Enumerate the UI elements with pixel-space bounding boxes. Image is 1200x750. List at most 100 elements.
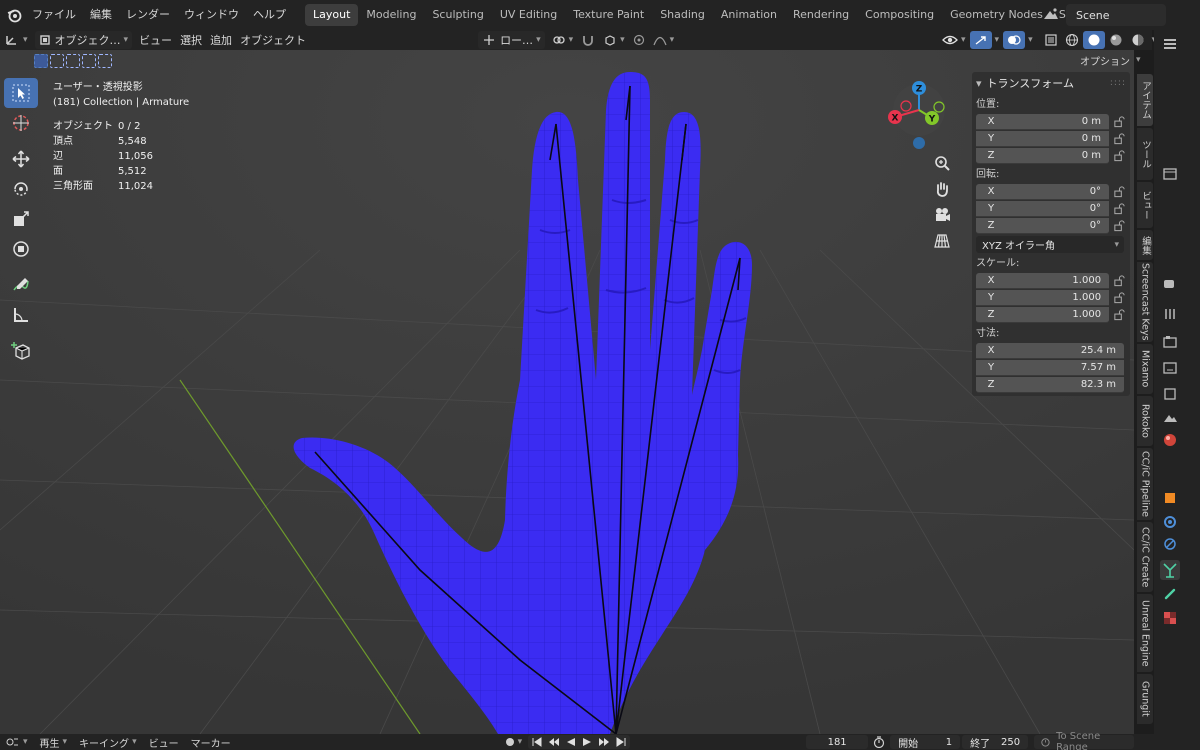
select-extend-icon[interactable]	[50, 54, 64, 68]
lock-icon[interactable]	[1113, 219, 1126, 232]
blender-logo-icon[interactable]	[3, 4, 25, 26]
location-x-field[interactable]: X 0 m	[976, 113, 1110, 130]
menu-playback[interactable]: 再生 ▾	[34, 735, 74, 750]
tool-settings-icon[interactable]	[1162, 306, 1178, 322]
tab-sculpting[interactable]: Sculpting	[424, 4, 491, 26]
output-properties-icon[interactable]	[1162, 360, 1178, 376]
use-preview-range-toggle[interactable]	[868, 736, 890, 748]
visibility-dropdown[interactable]: ▾	[938, 31, 970, 49]
current-frame-field[interactable]: 181	[806, 735, 869, 749]
options-dropdown[interactable]: オプション ▾	[1080, 52, 1141, 68]
location-z-field[interactable]: Z 0 m	[976, 147, 1110, 164]
outliner-filter-icon[interactable]	[1162, 166, 1178, 182]
move-tool[interactable]	[4, 144, 38, 174]
rotation-y-field[interactable]: Y 0°	[976, 200, 1110, 217]
tab-rokoko[interactable]: Rokoko	[1137, 396, 1153, 446]
world-properties-icon[interactable]	[1162, 432, 1178, 448]
overlay-toggle[interactable]	[1003, 31, 1026, 49]
gizmo-dropdown-chevron-icon[interactable]: ▾	[995, 31, 1000, 49]
tab-shading[interactable]: Shading	[652, 4, 713, 26]
zoom-button[interactable]	[930, 152, 954, 174]
object-properties-icon[interactable]	[1162, 490, 1178, 506]
scene-selector[interactable]: Scene	[1066, 4, 1166, 26]
tab-modeling[interactable]: Modeling	[358, 4, 424, 26]
menu-timeline-view[interactable]: ビュー	[143, 735, 185, 750]
scale-y-field[interactable]: Y 1.000	[976, 289, 1110, 306]
select-intersect-icon[interactable]	[98, 54, 112, 68]
rotation-z-field[interactable]: Z 0°	[976, 217, 1110, 234]
orientation-dropdown[interactable]: ロー… ▾	[478, 31, 545, 49]
tab-grungit[interactable]: Grungit	[1137, 674, 1153, 724]
tab-rendering[interactable]: Rendering	[785, 4, 857, 26]
add-cube-tool[interactable]	[4, 336, 38, 366]
annotate-tool[interactable]	[4, 270, 38, 300]
timeline-editor-icon[interactable]: ▾	[0, 736, 34, 748]
pivot-dropdown[interactable]: ▾	[548, 31, 578, 49]
select-new-icon[interactable]	[34, 54, 48, 68]
lock-icon[interactable]	[1113, 149, 1126, 162]
scale-x-field[interactable]: X 1.000	[976, 272, 1110, 289]
to-scene-range-button[interactable]: To Scene Range	[1034, 731, 1135, 750]
snap-target-dropdown[interactable]: ▾	[599, 31, 629, 49]
modifier-properties-icon[interactable]	[1162, 514, 1178, 530]
lock-icon[interactable]	[1113, 185, 1126, 198]
transform-panel-header[interactable]: ▾ トランスフォーム ::::	[976, 72, 1126, 94]
shading-solid-button[interactable]	[1082, 31, 1105, 49]
tab-edit[interactable]: 編集	[1137, 230, 1153, 260]
armature-data-icon[interactable]	[1160, 560, 1180, 580]
shading-wireframe-button[interactable]	[1061, 31, 1083, 49]
properties-editor-icon[interactable]	[1162, 276, 1178, 292]
scene-properties-icon[interactable]	[1162, 410, 1178, 426]
drag-handle-icon[interactable]: ::::	[1110, 78, 1126, 88]
menu-select[interactable]: 選択	[176, 31, 206, 49]
tab-tool[interactable]: ツール	[1137, 128, 1153, 180]
next-keyframe-icon[interactable]	[598, 737, 610, 747]
falloff-dropdown[interactable]: ▾	[649, 31, 679, 49]
select-subtract-icon[interactable]	[66, 54, 80, 68]
tab-uv-editing[interactable]: UV Editing	[492, 4, 565, 26]
lock-icon[interactable]	[1113, 274, 1126, 287]
menu-file[interactable]: ファイル	[25, 0, 83, 30]
shading-rendered-button[interactable]	[1127, 31, 1149, 49]
snap-toggle[interactable]	[577, 31, 599, 49]
perspective-toggle-button[interactable]	[930, 230, 954, 252]
rotation-mode-dropdown[interactable]: XYZ オイラー角 ▾	[976, 236, 1124, 253]
select-tool[interactable]	[4, 78, 38, 108]
transform-tool[interactable]	[4, 234, 38, 264]
lock-icon[interactable]	[1113, 132, 1126, 145]
camera-view-button[interactable]	[930, 204, 954, 226]
3d-viewport[interactable]: ユーザー・透視投影 (181) Collection | Armature オブ…	[0, 50, 1134, 734]
lock-icon[interactable]	[1113, 291, 1126, 304]
dimension-y-field[interactable]: Y 7.57 m	[976, 359, 1124, 376]
play-reverse-icon[interactable]	[566, 737, 576, 747]
dimension-x-field[interactable]: X 25.4 m	[976, 342, 1124, 359]
overlay-dropdown-chevron-icon[interactable]: ▾	[1028, 31, 1033, 49]
jump-start-icon[interactable]	[532, 737, 542, 747]
pan-button[interactable]	[930, 178, 954, 200]
tab-view[interactable]: ビュー	[1137, 182, 1153, 228]
select-invert-icon[interactable]	[82, 54, 96, 68]
keyframe-type-dropdown[interactable]: ▾	[499, 737, 529, 747]
menu-view[interactable]: ビュー	[135, 31, 176, 49]
view-layer-icon[interactable]	[1162, 386, 1178, 402]
menu-window[interactable]: ウィンドウ	[177, 0, 246, 30]
dimension-z-field[interactable]: Z 82.3 m	[976, 376, 1124, 393]
navigation-gizmo[interactable]: Z X Y	[884, 78, 954, 152]
tab-geometry-nodes[interactable]: Geometry Nodes	[942, 4, 1051, 26]
rotation-x-field[interactable]: X 0°	[976, 183, 1110, 200]
render-properties-icon[interactable]	[1162, 334, 1178, 350]
lock-icon[interactable]	[1113, 115, 1126, 128]
rotate-tool[interactable]	[4, 174, 38, 204]
scale-z-field[interactable]: Z 1.000	[976, 306, 1110, 323]
texture-properties-icon[interactable]	[1162, 610, 1178, 626]
scale-tool[interactable]	[4, 204, 38, 234]
menu-marker[interactable]: マーカー	[185, 735, 237, 750]
tab-screencast-keys[interactable]: Screencast Keys	[1137, 262, 1153, 342]
frame-start-field[interactable]: 開始 1	[890, 735, 961, 750]
editor-type-button[interactable]: ▾	[0, 31, 32, 49]
menu-render[interactable]: レンダー	[119, 0, 177, 30]
menu-keying[interactable]: キーイング ▾	[73, 735, 143, 750]
menu-edit[interactable]: 編集	[83, 0, 119, 30]
location-y-field[interactable]: Y 0 m	[976, 130, 1110, 147]
frame-end-field[interactable]: 終了 250	[962, 735, 1029, 750]
